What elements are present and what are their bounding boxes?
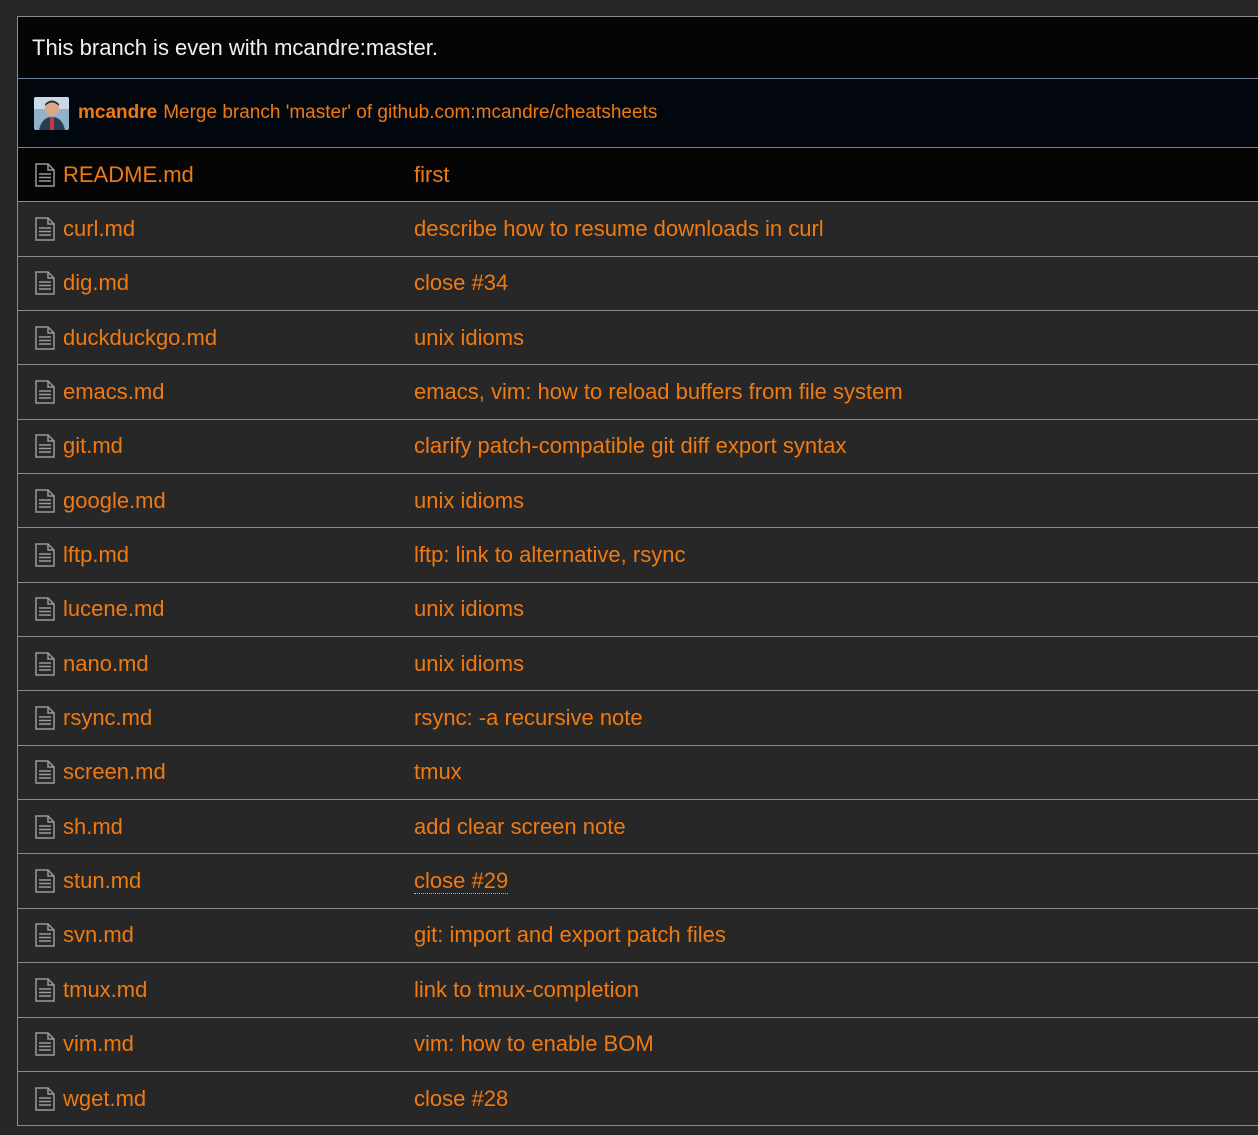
file-name-link[interactable]: rsync.md xyxy=(63,705,152,731)
file-text-icon xyxy=(34,815,56,839)
file-name-link[interactable]: curl.md xyxy=(63,216,135,242)
file-text-icon xyxy=(34,488,56,513)
file-commit-message-link[interactable]: vim: how to enable BOM xyxy=(414,1031,654,1057)
file-name-link[interactable]: stun.md xyxy=(63,868,141,894)
file-name-link[interactable]: lftp.md xyxy=(63,542,129,568)
file-row[interactable]: google.md unix idioms xyxy=(18,474,1258,529)
file-name-link[interactable]: wget.md xyxy=(63,1086,146,1112)
file-text-icon xyxy=(34,271,56,296)
file-row[interactable]: nano.md unix idioms xyxy=(18,637,1258,692)
file-row[interactable]: emacs.md emacs, vim: how to reload buffer… xyxy=(18,365,1258,420)
file-row[interactable]: dig.md close #34 xyxy=(18,257,1258,312)
file-name-link[interactable]: emacs.md xyxy=(63,379,164,405)
branch-status-bar: This branch is even with mcandre:master. xyxy=(18,17,1258,79)
file-row[interactable]: tmux.md link to tmux-completion xyxy=(18,963,1258,1018)
file-text-icon xyxy=(34,434,56,459)
file-commit-message-link[interactable]: link to tmux-completion xyxy=(414,977,639,1003)
file-browser: This branch is even with mcandre:master.… xyxy=(17,16,1258,1126)
file-text-icon xyxy=(34,978,56,1002)
file-name-link[interactable]: screen.md xyxy=(63,759,166,785)
file-commit-message-link[interactable]: close #34 xyxy=(414,270,508,296)
file-text-icon xyxy=(34,325,56,350)
file-text-icon xyxy=(34,217,56,241)
file-text-icon xyxy=(34,1032,56,1056)
file-name-link[interactable]: vim.md xyxy=(63,1031,134,1057)
file-commit-message-link[interactable]: unix idioms xyxy=(414,488,524,514)
latest-commit-bar: mcandre Merge branch 'master' of github.… xyxy=(18,79,1258,148)
file-text-icon xyxy=(34,923,56,948)
author-avatar[interactable] xyxy=(34,96,69,130)
file-commit-message-link[interactable]: unix idioms xyxy=(414,325,524,351)
file-row[interactable]: README.md first xyxy=(18,148,1258,203)
file-row[interactable]: screen.md tmux xyxy=(18,746,1258,801)
commit-message-link[interactable]: Merge branch 'master' of github.com:mcan… xyxy=(163,102,657,124)
file-commit-message-link[interactable]: clarify patch-compatible git diff export… xyxy=(414,433,846,459)
file-name-link[interactable]: git.md xyxy=(63,433,123,459)
file-name-link[interactable]: sh.md xyxy=(63,814,123,840)
file-row[interactable]: sh.md add clear screen note xyxy=(18,800,1258,855)
file-name-link[interactable]: README.md xyxy=(63,162,194,188)
file-row[interactable]: lftp.md lftp: link to alternative, rsync xyxy=(18,528,1258,583)
file-commit-message-link[interactable]: git: import and export patch files xyxy=(414,922,726,948)
file-row[interactable]: rsync.md rsync: -a recursive note xyxy=(18,691,1258,746)
file-text-icon xyxy=(34,543,56,567)
file-name-link[interactable]: tmux.md xyxy=(63,977,147,1003)
file-commit-message-link[interactable]: add clear screen note xyxy=(414,814,626,840)
file-name-link[interactable]: duckduckgo.md xyxy=(63,325,217,351)
file-name-link[interactable]: google.md xyxy=(63,488,166,514)
file-text-icon xyxy=(34,597,56,622)
file-commit-message-link[interactable]: lftp: link to alternative, rsync xyxy=(414,542,685,568)
file-text-icon xyxy=(34,869,56,893)
file-text-icon xyxy=(34,1087,56,1111)
file-name-link[interactable]: svn.md xyxy=(63,922,134,948)
file-name-link[interactable]: lucene.md xyxy=(63,596,165,622)
file-text-icon xyxy=(34,380,56,404)
file-row[interactable]: stun.md close #29 xyxy=(18,854,1258,909)
file-name-link[interactable]: dig.md xyxy=(63,270,129,296)
branch-status-text: This branch is even with mcandre:master. xyxy=(32,34,438,60)
file-row[interactable]: lucene.md unix idioms xyxy=(18,583,1258,638)
file-row[interactable]: vim.md vim: how to enable BOM xyxy=(18,1018,1258,1072)
file-text-icon xyxy=(34,760,56,785)
commit-message-text[interactable]: close #29 xyxy=(414,868,509,895)
file-row[interactable]: git.md clarify patch-compatible git diff … xyxy=(18,420,1258,475)
file-commit-message-link[interactable]: tmux xyxy=(414,759,462,785)
file-row[interactable]: curl.md describe how to resume downloads … xyxy=(18,202,1258,257)
file-text-icon xyxy=(34,162,56,187)
file-commit-message-link[interactable]: close #28 xyxy=(414,1086,508,1112)
file-name-link[interactable]: nano.md xyxy=(63,651,149,677)
file-list: README.md first curl.md describe how to res… xyxy=(18,148,1258,1126)
file-commit-message-link[interactable]: close #29 xyxy=(414,868,509,895)
file-row[interactable]: wget.md close #28 xyxy=(18,1072,1258,1126)
file-row[interactable]: svn.md git: import and export patch files xyxy=(18,909,1258,964)
file-commit-message-link[interactable]: emacs, vim: how to reload buffers from f… xyxy=(414,379,903,405)
file-commit-message-link[interactable]: first xyxy=(414,162,449,188)
file-commit-message-link[interactable]: unix idioms xyxy=(414,596,524,622)
commit-author-link[interactable]: mcandre xyxy=(78,102,157,124)
file-commit-message-link[interactable]: rsync: -a recursive note xyxy=(414,705,643,731)
file-text-icon xyxy=(34,706,56,730)
file-text-icon xyxy=(34,652,56,676)
file-commit-message-link[interactable]: unix idioms xyxy=(414,651,524,677)
file-commit-message-link[interactable]: describe how to resume downloads in curl xyxy=(414,216,824,242)
file-row[interactable]: duckduckgo.md unix idioms xyxy=(18,311,1258,366)
